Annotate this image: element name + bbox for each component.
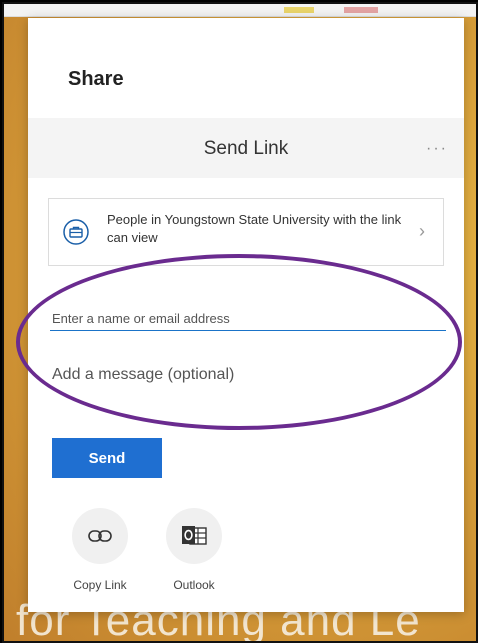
message-input[interactable] xyxy=(50,362,446,388)
annotation-ellipse xyxy=(16,254,462,430)
briefcase-icon xyxy=(63,219,89,245)
send-button[interactable]: Send xyxy=(52,438,162,478)
link-icon[interactable] xyxy=(72,508,128,564)
share-title: Share xyxy=(68,68,124,90)
highlight-color-mark xyxy=(284,7,314,13)
outlook-label: Outlook xyxy=(173,578,215,592)
font-color-mark xyxy=(344,7,378,13)
share-panel: Share Send Link ··· People in Youngstown… xyxy=(16,18,464,612)
copy-link-action[interactable]: Copy Link xyxy=(60,508,140,592)
more-horizontal-icon[interactable]: ··· xyxy=(426,140,448,158)
recipient-input[interactable] xyxy=(50,306,446,331)
copy-link-label: Copy Link xyxy=(73,578,127,592)
link-permission-button[interactable]: People in Youngstown State University wi… xyxy=(48,198,444,266)
chevron-right-icon: › xyxy=(419,221,425,241)
toolbar-strip xyxy=(4,4,476,17)
send-link-header: Send Link ··· xyxy=(28,118,464,178)
app-window: for Teaching and Le Share Send Link ··· … xyxy=(2,2,478,643)
send-link-title: Send Link xyxy=(203,138,289,159)
link-permission-text: People in Youngstown State University wi… xyxy=(107,212,402,245)
outlook-action[interactable]: Outlook xyxy=(154,508,234,592)
outlook-icon[interactable] xyxy=(166,508,222,564)
